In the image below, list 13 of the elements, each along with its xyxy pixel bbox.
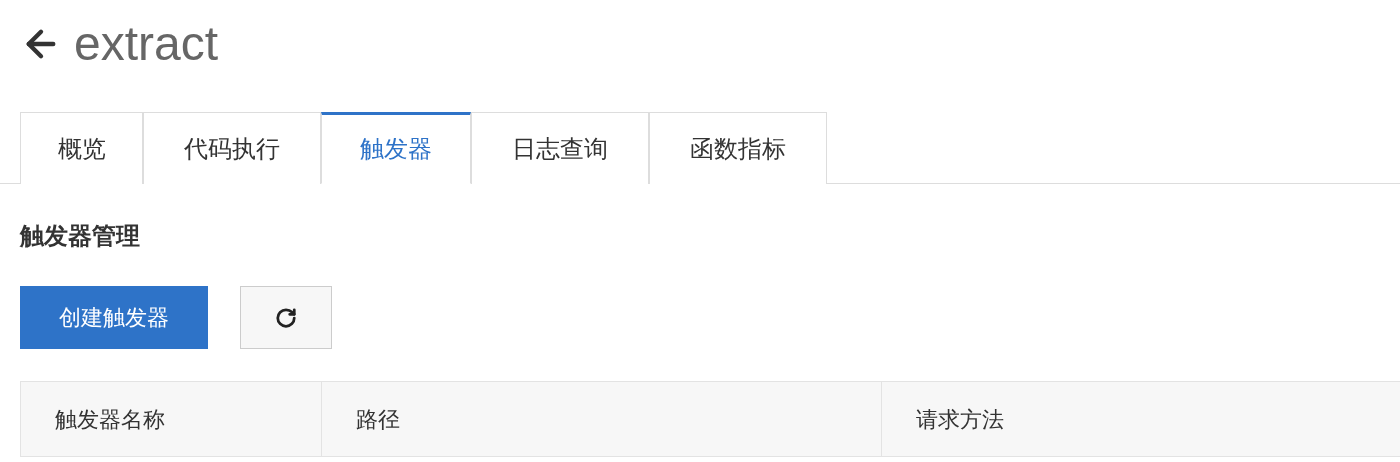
create-trigger-button[interactable]: 创建触发器: [20, 286, 208, 349]
column-header: 触发器名称: [21, 382, 322, 456]
tab[interactable]: 函数指标: [649, 112, 827, 184]
tab[interactable]: 触发器: [321, 112, 471, 184]
page-title: extract: [74, 16, 219, 72]
refresh-icon: [275, 306, 297, 329]
section-title: 触发器管理: [20, 224, 141, 248]
refresh-button[interactable]: [240, 286, 332, 349]
tab[interactable]: 概览: [20, 112, 143, 184]
tab[interactable]: 代码执行: [143, 112, 321, 184]
tab[interactable]: 日志查询: [471, 112, 649, 184]
column-header: 请求方法: [915, 405, 1005, 434]
column-header: 路径: [322, 382, 882, 456]
